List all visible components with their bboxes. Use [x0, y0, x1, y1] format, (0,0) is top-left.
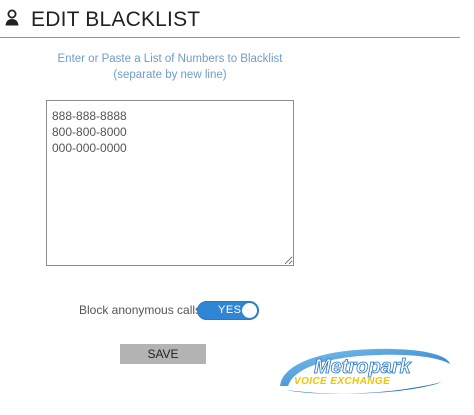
logo-text-line-1: Metropark [314, 356, 412, 378]
blacklist-instructions: Enter or Paste a List of Numbers to Blac… [40, 51, 300, 83]
user-icon [4, 9, 20, 27]
block-anonymous-label: Block anonymous calls: [79, 303, 205, 317]
instructions-line-2: (separate by new line) [113, 69, 227, 81]
page-title: EDIT BLACKLIST [31, 8, 201, 31]
page-header: EDIT BLACKLIST [0, 0, 460, 38]
logo-text-line-2: VOICE EXCHANGE [294, 376, 390, 387]
blacklist-numbers-textarea[interactable] [46, 100, 294, 266]
save-button[interactable]: SAVE [120, 344, 206, 364]
toggle-knob [242, 303, 257, 318]
block-anonymous-toggle[interactable]: YES [197, 301, 259, 320]
metropark-logo: Metropark VOICE EXCHANGE [276, 346, 452, 398]
toggle-state-label: YES [218, 304, 242, 316]
instructions-line-1: Enter or Paste a List of Numbers to Blac… [57, 53, 283, 65]
